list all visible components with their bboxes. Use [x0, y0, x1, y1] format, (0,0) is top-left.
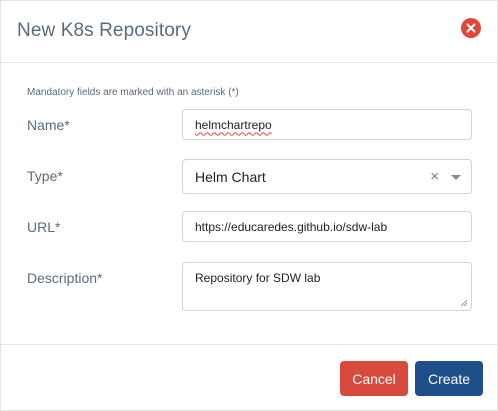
- mandatory-note: Mandatory fields are marked with an aste…: [27, 87, 239, 98]
- close-icon[interactable]: [461, 18, 481, 38]
- type-label: Type*: [27, 168, 63, 184]
- clear-x-icon[interactable]: ×: [430, 168, 439, 185]
- create-button[interactable]: Create: [415, 361, 483, 396]
- description-field[interactable]: Repository for SDW lab: [182, 262, 472, 311]
- type-selected-value: Helm Chart: [195, 168, 266, 185]
- new-repository-dialog: New K8s Repository Mandatory fields are …: [0, 0, 498, 411]
- footer-divider: [1, 344, 497, 345]
- dialog-title: New K8s Repository: [17, 20, 191, 41]
- url-label: URL*: [27, 219, 61, 235]
- resize-handle-icon[interactable]: [460, 299, 468, 307]
- type-select[interactable]: Helm Chart ×: [182, 159, 472, 194]
- cancel-button[interactable]: Cancel: [340, 361, 408, 396]
- url-field[interactable]: https://educaredes.github.io/sdw-lab: [182, 211, 472, 242]
- url-input[interactable]: https://educaredes.github.io/sdw-lab: [195, 220, 387, 234]
- dialog-header: New K8s Repository: [1, 1, 497, 63]
- name-field[interactable]: helmchartrepo: [182, 109, 472, 140]
- description-input[interactable]: Repository for SDW lab: [195, 271, 320, 285]
- caret-down-icon[interactable]: [451, 175, 461, 180]
- name-input[interactable]: helmchartrepo: [195, 118, 272, 132]
- description-label: Description*: [27, 270, 103, 286]
- name-label: Name*: [27, 117, 70, 133]
